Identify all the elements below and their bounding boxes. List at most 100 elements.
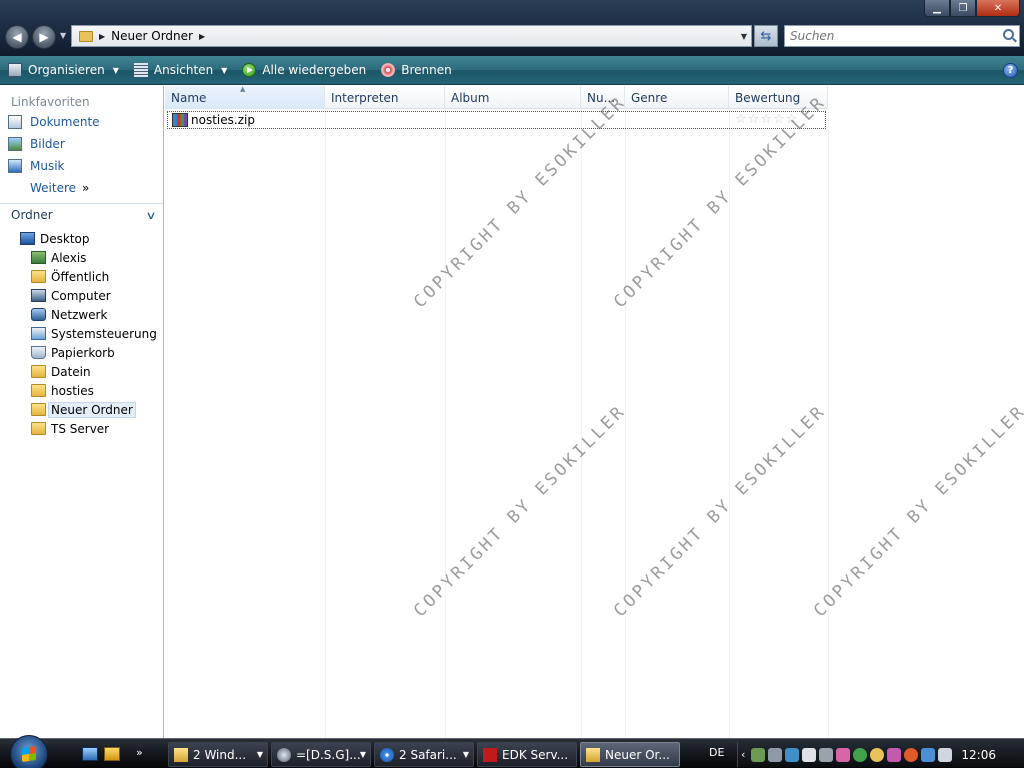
tree-item-network[interactable]: Netzwerk (0, 305, 163, 324)
tray-app-icon[interactable] (751, 747, 766, 762)
play-all-button[interactable]: Alle wiedergeben (242, 63, 366, 77)
address-history-dropdown-icon[interactable]: ▼ (741, 32, 747, 41)
tray-app-icon[interactable] (870, 747, 885, 762)
network-status-icon[interactable] (921, 747, 936, 762)
tree-item-datein[interactable]: Datein (0, 362, 163, 381)
star-icon[interactable]: ☆ (735, 113, 747, 126)
taskbar-item-windows-explorer[interactable]: 2 Wind... ▼ (168, 742, 268, 767)
column-header-genre[interactable]: Genre (625, 86, 729, 109)
tree-item-label: Papierkorb (51, 345, 115, 360)
tray-app-icon[interactable] (768, 747, 783, 762)
star-icon[interactable]: ☆ (773, 113, 785, 126)
search-icon[interactable] (1003, 29, 1014, 40)
column-header-name[interactable]: ▲ Name (165, 86, 325, 109)
organize-label: Organisieren (28, 63, 105, 77)
tray-app-icon[interactable] (853, 747, 868, 762)
column-header-album[interactable]: Album (445, 86, 581, 109)
quicklaunch-more-icon[interactable]: » (136, 746, 143, 759)
search-input[interactable] (785, 29, 985, 43)
tree-item-label: hosties (51, 383, 94, 398)
maximize-button[interactable]: ❐ (950, 0, 976, 17)
tray-app-icon[interactable] (887, 747, 902, 762)
tree-item-public[interactable]: Öffentlich (0, 267, 163, 286)
folder-icon (31, 384, 46, 397)
search-box[interactable] (784, 25, 1020, 47)
volume-icon[interactable] (938, 747, 953, 762)
column-divider (445, 109, 446, 738)
breadcrumb-chevron-icon[interactable]: ▶ (199, 32, 205, 41)
tree-item-desktop[interactable]: Desktop (0, 229, 163, 248)
favorite-label: Dokumente (30, 115, 100, 129)
tray-app-icon[interactable] (904, 747, 919, 762)
control-panel-icon (31, 327, 46, 340)
show-hidden-icons-icon[interactable]: ‹ (741, 748, 745, 761)
taskbar-item-steam[interactable]: =[D.S.G]... ▼ (271, 742, 371, 767)
chevron-down-icon[interactable]: ∨ (145, 209, 156, 222)
tree-item-ts-server[interactable]: TS Server (0, 419, 163, 438)
refresh-button[interactable]: ⇆ (754, 25, 778, 47)
recent-pages-dropdown[interactable]: ▼ (60, 31, 66, 40)
tree-item-alexis[interactable]: Alexis (0, 248, 163, 267)
favorite-link-pictures[interactable]: Bilder (0, 133, 163, 155)
favorite-link-music[interactable]: Musik (0, 155, 163, 177)
help-button[interactable]: ? (1003, 63, 1018, 78)
minimize-button[interactable]: ▁ (924, 0, 950, 17)
breadcrumb-current-folder[interactable]: Neuer Ordner (111, 29, 193, 43)
chevron-down-icon: ▼ (112, 65, 119, 75)
chevron-down-icon: ▼ (221, 65, 228, 75)
system-tray: ‹ 12:06 (737, 742, 1024, 767)
start-button[interactable] (10, 735, 48, 768)
taskbar-item-filezilla[interactable]: EDK Serv... (477, 742, 577, 767)
tree-item-hosties[interactable]: hosties (0, 381, 163, 400)
folders-header[interactable]: Ordner ∨ (0, 204, 163, 226)
views-button[interactable]: Ansichten ▼ (133, 63, 228, 77)
column-label: Nu... (587, 91, 616, 105)
tray-app-icon[interactable] (802, 747, 817, 762)
taskbar-item-neuer-ordner[interactable]: Neuer Or... (580, 742, 680, 767)
taskbar-item-safari[interactable]: 2 Safari... ▼ (374, 742, 474, 767)
column-header-artists[interactable]: Interpreten (325, 86, 445, 109)
star-icon[interactable]: ☆ (748, 113, 760, 126)
column-header-rating[interactable]: Bewertung (729, 86, 828, 109)
star-icon[interactable]: ☆ (760, 113, 772, 126)
tree-item-recycle-bin[interactable]: Papierkorb (0, 343, 163, 362)
column-header-number[interactable]: Nu... (581, 86, 625, 109)
favorite-link-documents[interactable]: Dokumente (0, 111, 163, 133)
pictures-icon (8, 137, 22, 151)
tray-app-icon[interactable] (819, 747, 834, 762)
tray-app-icon[interactable] (785, 747, 800, 762)
favorites-heading: Linkfavoriten (11, 95, 90, 109)
star-icon[interactable]: ☆ (786, 113, 798, 126)
tray-app-icon[interactable] (836, 747, 851, 762)
tree-item-computer[interactable]: Computer (0, 286, 163, 305)
back-button[interactable]: ◀ (5, 25, 29, 49)
media-player-icon[interactable] (104, 747, 120, 761)
rating-stars[interactable]: ☆ ☆ ☆ ☆ ☆ (735, 113, 798, 126)
clock[interactable]: 12:06 (961, 748, 996, 762)
task-label: 2 Wind... (193, 747, 247, 762)
forward-arrow-icon: ▶ (39, 30, 49, 44)
close-button[interactable]: ✕ (976, 0, 1020, 17)
chevron-down-icon: ▼ (256, 750, 263, 759)
burn-button[interactable]: Brennen (381, 63, 452, 77)
file-list[interactable]: ▲ Name Interpreten Album Nu... Genre Bew… (165, 86, 1024, 738)
tree-item-neuer-ordner[interactable]: Neuer Ordner (0, 400, 163, 419)
file-row[interactable]: nosties.zip ☆ ☆ ☆ ☆ ☆ (167, 111, 826, 129)
column-label: Bewertung (735, 91, 801, 105)
address-bar[interactable]: ▶ Neuer Ordner ▶ ▼ (71, 25, 752, 47)
organize-button[interactable]: Organisieren ▼ (8, 63, 119, 77)
safari-icon (380, 747, 394, 762)
tree-item-label: Öffentlich (51, 269, 110, 284)
language-indicator[interactable]: DE (709, 746, 724, 759)
folder-icon (79, 30, 93, 42)
title-bar: ▁ ❐ ✕ ◀ ▶ ▼ ▶ Neuer Ordner ▶ ▼ ⇆ (0, 0, 1024, 56)
breadcrumb-chevron-icon[interactable]: ▶ (99, 32, 105, 41)
task-label: EDK Serv... (502, 747, 569, 762)
show-desktop-icon[interactable] (82, 747, 98, 761)
more-favorites-link[interactable]: Weitere » (0, 177, 163, 199)
play-all-label: Alle wiedergeben (262, 63, 367, 77)
task-label: 2 Safari... (399, 747, 457, 762)
favorite-label: Musik (30, 159, 65, 173)
forward-button[interactable]: ▶ (32, 25, 56, 49)
tree-item-control-panel[interactable]: Systemsteuerung (0, 324, 163, 343)
